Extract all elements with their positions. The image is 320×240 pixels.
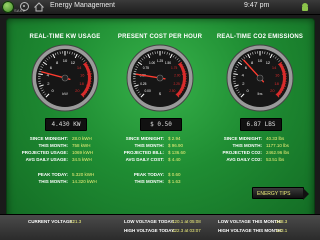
kw-avg-label: AVG DAILY USAGE: [25,157,68,162]
kw-since-midnight-label: SINCE MIDNIGHT: [29,136,68,141]
gauge-tick-label: 2.50 [169,89,175,93]
cost-avg-label: AVG DAILY COST: [125,157,164,162]
gauge-tick-label: 2.25 [174,82,180,86]
high-voltage-today-label: HIGH VOLTAGE TODAY: [124,228,176,233]
current-voltage-label: CURRENT VOLTAGE: [28,219,74,224]
gauge-tick-label: 0.00 [145,89,151,93]
cost-projected-label: PROJECTED BILL: [123,150,164,155]
current-voltage-value: 121.3 [70,219,82,224]
gauge-major-tick [87,73,92,75]
energy-tips-button[interactable]: ENERGY TIPS [252,187,309,200]
low-voltage-today-value: 120.1 at 05:08 [172,219,201,224]
kw-projected-label: PROJECTED USAGE: [21,150,68,155]
gauge-tick-label: 14 [77,65,82,70]
gauge-unit-label: lbs [257,91,262,96]
gauge-major-tick [38,73,43,75]
kw-gauge-title: REAL-TIME KW USAGE [29,34,101,40]
cost-readout: $ 0.50 [140,118,182,131]
kw-this-month-label: THIS MONTH: [38,143,69,148]
gauge-tick-label: 16 [80,73,85,78]
co2-avg-label: AVG DAILY CO2: [226,157,262,162]
cost-per-hour-gauge: 0.000.250.500.751.001.251.501.752.002.25… [126,44,194,112]
gauge-hub [61,74,69,82]
cost-since-midnight-label: SINCE MIDNIGHT: [125,136,164,141]
co2-this-month-value: 1177.10 lbs [266,143,289,148]
gauge-tick-label: 18 [274,81,279,86]
gauge-major-tick [233,73,238,75]
gauge-tick-label: 1.50 [165,61,171,65]
android-icon [302,3,308,11]
gauge-hub [256,74,264,82]
app-window: SAKE Energy Management 9:47 pm REAL-TIME… [0,0,320,240]
co2-since-midnight-label: SINCE MIDNIGHT: [223,136,262,141]
gauge-tick-label: 14 [272,65,277,70]
gauge-tick-label: 18 [79,81,84,86]
low-voltage-today-label: LOW VOLTAGE TODAY: [124,219,175,224]
gauge-tick-label: 10 [258,58,263,63]
low-voltage-month-value: 108.3 [276,219,288,224]
cost-peak-today-label: PEAK TODAY: [133,172,164,177]
co2-projected-value: 2462.96 lbs [266,150,290,155]
cost-peak-today-value: $ 0.60 [168,172,181,177]
co2-projected-label: PROJECTED CO2: [222,150,262,155]
settings-icon[interactable] [20,2,29,11]
high-voltage-today-value: 122.3 at 03:07 [172,228,201,233]
co2-this-month-label: THIS MONTH: [232,143,263,148]
co2-since-midnight-value: 40.33 lbs [266,136,285,141]
gauge-tick-label: 0.25 [140,82,146,86]
kw-peak-month-label: THIS MONTH: [38,179,69,184]
co2-gauge-title: REAL-TIME CO2 EMISSIONS [216,34,304,40]
low-voltage-month-label: LOW VOLTAGE THIS MONTH: [218,219,282,224]
gauge-tick-label: 1.25 [157,59,163,63]
gauge-tick-label: 1.00 [149,61,155,65]
high-voltage-month-value: 133.1 [276,228,288,233]
kw-readout: 4.430 KW [45,118,87,131]
gauge-tick-label: 12 [71,60,76,65]
kw-peak-today-label: PEAK TODAY: [37,172,68,177]
cost-this-month-label: THIS MONTH: [134,143,165,148]
status-bar: SAKE Energy Management 9:47 pm [0,0,320,15]
cost-peak-month-value: $ 1.63 [168,179,181,184]
gauge-major-tick [182,73,187,75]
app-title: Energy Management [50,2,115,9]
gauge-tick-label: 10 [63,58,68,63]
gauge-unit-label: kW [62,91,68,96]
gauge-tick-label: 12 [266,60,271,65]
gauge-hub [156,74,164,82]
gauge-major-tick [282,73,287,75]
gauge-tick-label: 16 [275,73,280,78]
home-icon[interactable] [34,2,44,12]
high-voltage-month-label: HIGH VOLTAGE THIS MONTH: [218,228,283,233]
app-logo-icon[interactable] [2,1,14,13]
cost-peak-month-label: THIS MONTH: [134,179,165,184]
co2-avg-value: 53.51 lbs [266,157,285,162]
gauge-tick-label: 2.00 [174,74,180,78]
gauge-tick-label: 1.75 [171,66,177,70]
kw-usage-gauge: 02468 10 1214161820kW [31,44,99,112]
gauge-tick-label: 20 [75,88,80,93]
gauge-tick-label: 0.75 [143,66,149,70]
cost-gauge-title: PRESENT COST PER HOUR [117,34,203,40]
co2-readout: 6.87 LBS [240,118,282,131]
co2-emissions-gauge: 02468 10 1214161820lbs [226,44,294,112]
voltage-bar: CURRENT VOLTAGE: 121.3 LOW VOLTAGE TODAY… [0,214,320,240]
gauge-tick-label: 20 [270,88,275,93]
clock-time: 9:47 pm [244,2,270,9]
